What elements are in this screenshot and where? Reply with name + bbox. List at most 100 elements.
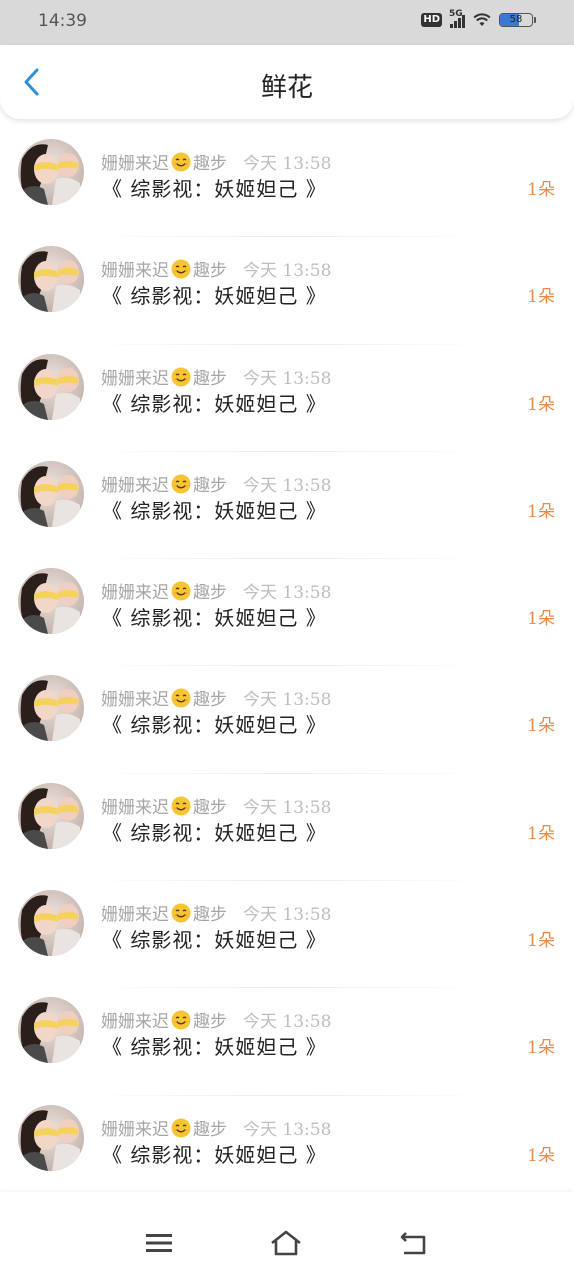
user-name: 姗姗来迟: [101, 368, 169, 389]
book-title: 《 综影视：妖姬妲己 》: [102, 284, 327, 309]
back-icon: [400, 1232, 426, 1255]
network-type-label: 5G: [449, 9, 463, 19]
hd-icon: HD: [421, 13, 442, 27]
gift-type: 趣步: [193, 154, 227, 174]
book-title: 《 综影视：妖姬妲己 》: [102, 928, 327, 953]
book-title: 《 综影视：妖姬妲己 》: [102, 1142, 327, 1167]
user-name: 姗姗来迟: [101, 690, 169, 711]
gift-type: 趣步: [193, 475, 227, 496]
user-avatar[interactable]: [18, 675, 84, 742]
status-bar: 14:39 HD 5G 58: [0, 0, 574, 45]
item-meta: 姗姗来迟 趣步 今天 13:58: [101, 471, 331, 496]
list-item[interactable]: 姗姗来迟 趣步 今天 13:58 《 综影视：妖姬妲己 》 1朵: [0, 881, 574, 989]
user-name: 姗姗来迟: [101, 261, 169, 282]
user-avatar[interactable]: [18, 460, 84, 527]
user-name: 姗姗来迟: [101, 797, 169, 818]
back-nav-button[interactable]: [394, 1228, 434, 1258]
page-title: 鲜花: [260, 73, 313, 103]
list-item[interactable]: 姗姗来迟 趣步 今天 13:58 《 综影视：妖姬妲己 》 1朵: [0, 559, 574, 667]
gift-type: 趣步: [193, 797, 227, 818]
list-item[interactable]: 姗姗来迟 趣步 今天 13:58 《 综影视：妖姬妲己 》 1朵: [0, 237, 574, 345]
book-title: 《 综影视：妖姬妲己 》: [102, 177, 327, 201]
system-navigation-bar: [0, 1192, 574, 1280]
smiling-face-icon: [171, 688, 191, 708]
smiling-face-icon: [171, 152, 191, 172]
menu-button[interactable]: [139, 1228, 179, 1258]
header: 鲜花: [0, 45, 574, 119]
item-meta: 姗姗来迟 趣步 今天 13:58: [101, 793, 331, 818]
battery-tip: [534, 17, 536, 23]
smiling-face-icon: [171, 903, 191, 923]
book-title: 《 综影视：妖姬妲己 》: [102, 498, 327, 523]
smiling-face-icon: [171, 367, 191, 387]
book-title: 《 综影视：妖姬妲己 》: [102, 713, 327, 738]
flower-count: 1朵: [527, 501, 555, 522]
item-meta: 姗姗来迟 趣步 今天 13:58: [101, 1007, 331, 1032]
item-meta: 姗姗来迟 趣步 今天 13:58: [101, 256, 331, 281]
gift-type: 趣步: [193, 1012, 227, 1033]
user-name: 姗姗来迟: [101, 583, 169, 604]
user-name: 姗姗来迟: [101, 154, 169, 174]
timestamp: 今天 13:58: [243, 261, 332, 282]
gift-type: 趣步: [193, 905, 227, 926]
gift-type: 趣步: [193, 261, 227, 282]
smiling-face-icon: [171, 796, 191, 816]
timestamp: 今天 13:58: [243, 797, 332, 818]
flower-count: 1朵: [527, 716, 555, 737]
user-avatar[interactable]: [18, 246, 84, 313]
gift-type: 趣步: [193, 368, 227, 389]
list-item[interactable]: 姗姗来迟 趣步 今天 13:58 《 综影视：妖姬妲己 》 1朵: [0, 345, 574, 452]
flower-count: 1朵: [527, 394, 555, 415]
user-avatar[interactable]: [18, 997, 84, 1064]
timestamp: 今天 13:58: [243, 1012, 332, 1033]
user-avatar[interactable]: [18, 782, 84, 849]
list-item[interactable]: 姗姗来迟 趣步 今天 13:58 《 综影视：妖姬妲己 》 1朵: [0, 666, 574, 774]
list-item[interactable]: 姗姗来迟 趣步 今天 13:58 《 综影视：妖姬妲己 》 1朵: [0, 774, 574, 882]
home-button[interactable]: [266, 1228, 306, 1258]
gift-type: 趣步: [193, 1119, 227, 1140]
flower-count: 1朵: [527, 287, 555, 308]
book-title: 《 综影视：妖姬妲己 》: [102, 391, 327, 416]
smiling-face-icon: [171, 1118, 191, 1138]
home-icon: [271, 1230, 301, 1256]
item-meta: 姗姗来迟 趣步 今天 13:58: [101, 149, 331, 174]
flower-count: 1朵: [527, 1145, 555, 1166]
status-icons: HD 5G 58: [421, 9, 536, 28]
user-avatar[interactable]: [18, 139, 84, 205]
user-name: 姗姗来迟: [101, 905, 169, 926]
user-avatar[interactable]: [18, 353, 84, 420]
item-meta: 姗姗来迟 趣步 今天 13:58: [101, 685, 331, 710]
timestamp: 今天 13:58: [243, 154, 332, 174]
flower-count: 1朵: [527, 1038, 555, 1059]
timestamp: 今天 13:58: [243, 905, 332, 926]
smiling-face-icon: [171, 581, 191, 601]
list-item[interactable]: 姗姗来迟 趣步 今天 13:58 《 综影视：妖姬妲己 》 1朵: [0, 1096, 574, 1203]
gift-type: 趣步: [193, 583, 227, 604]
gift-type: 趣步: [193, 690, 227, 711]
timestamp: 今天 13:58: [243, 690, 332, 711]
flower-count: 1朵: [527, 180, 555, 200]
smiling-face-icon: [171, 1010, 191, 1030]
status-time: 14:39: [38, 11, 87, 31]
user-avatar[interactable]: [18, 568, 84, 635]
user-name: 姗姗来迟: [101, 1119, 169, 1140]
menu-icon: [146, 1234, 172, 1252]
user-name: 姗姗来迟: [101, 1012, 169, 1033]
flower-count: 1朵: [527, 931, 555, 952]
smiling-face-icon: [171, 259, 191, 279]
timestamp: 今天 13:58: [243, 475, 332, 496]
user-name: 姗姗来迟: [101, 475, 169, 496]
item-meta: 姗姗来迟 趣步 今天 13:58: [101, 900, 331, 925]
flower-count: 1朵: [527, 609, 555, 630]
list-item[interactable]: 姗姗来迟 趣步 今天 13:58 《 综影视：妖姬妲己 》 1朵: [0, 452, 574, 560]
user-avatar[interactable]: [18, 1104, 84, 1171]
book-title: 《 综影视：妖姬妲己 》: [102, 820, 327, 845]
list-item[interactable]: 姗姗来迟 趣步 今天 13:58 《 综影视：妖姬妲己 》 1朵: [0, 130, 574, 238]
item-meta: 姗姗来迟 趣步 今天 13:58: [101, 1115, 331, 1140]
list-item[interactable]: 姗姗来迟 趣步 今天 13:58 《 综影视：妖姬妲己 》 1朵: [0, 988, 574, 1096]
user-avatar[interactable]: [18, 890, 84, 957]
book-title: 《 综影视：妖姬妲己 》: [102, 606, 327, 631]
timestamp: 今天 13:58: [243, 1119, 332, 1140]
signal-icon: 5G: [449, 9, 465, 28]
timestamp: 今天 13:58: [243, 583, 332, 604]
